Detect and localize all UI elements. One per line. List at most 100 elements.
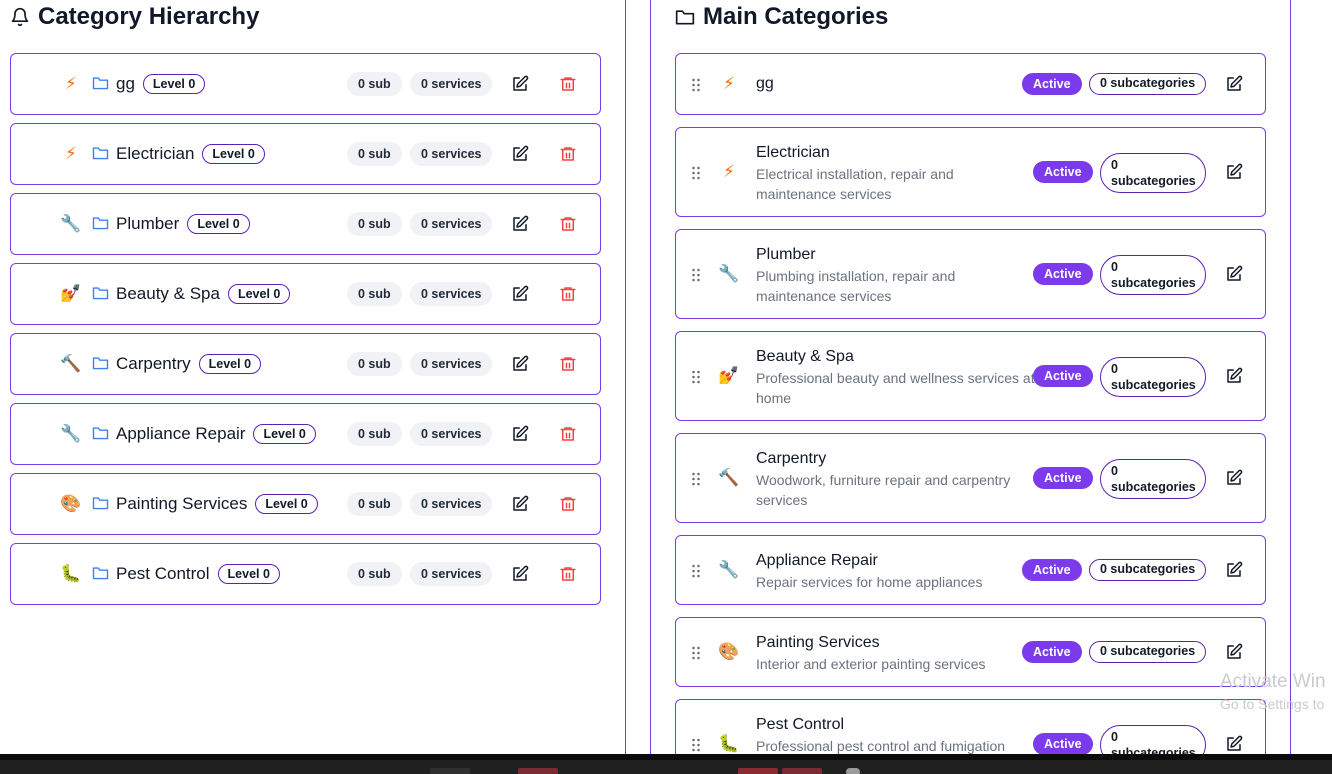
nail-polish-icon: 💅 xyxy=(718,366,740,385)
edit-icon[interactable] xyxy=(511,75,529,93)
folder-icon xyxy=(92,427,109,440)
edit-icon[interactable] xyxy=(1225,75,1243,93)
taskbar-app-icon[interactable] xyxy=(782,768,822,774)
category-name: Beauty & Spa xyxy=(116,284,220,303)
hierarchy-row[interactable]: 🔨 Carpentry Level 0 0 sub 0 services xyxy=(10,333,601,395)
services-count-pill: 0 services xyxy=(410,212,493,236)
trash-icon[interactable] xyxy=(559,495,577,513)
hierarchy-row[interactable]: 🔧 Plumber Level 0 0 sub 0 services xyxy=(10,193,601,255)
hierarchy-name-group: gg Level 0 xyxy=(116,74,206,94)
main-category-card[interactable]: ⚡ gg Active 0 subcategories xyxy=(675,53,1266,115)
trash-icon[interactable] xyxy=(559,425,577,443)
trash-icon[interactable] xyxy=(559,285,577,303)
edit-icon[interactable] xyxy=(1225,469,1243,487)
level-badge: Level 0 xyxy=(217,564,280,584)
main-category-card[interactable]: 🔨 Carpentry Woodwork, furniture repair a… xyxy=(675,433,1266,523)
drag-handle-icon[interactable] xyxy=(691,78,701,92)
app-root: Category Hierarchy ⚡ gg Level 0 0 sub 0 … xyxy=(0,0,1332,774)
category-name: Electrician xyxy=(116,144,195,163)
main-categories-heading: Main Categories xyxy=(675,3,888,31)
hierarchy-row[interactable]: 🔧 Appliance Repair Level 0 0 sub 0 servi… xyxy=(10,403,601,465)
trash-icon[interactable] xyxy=(559,355,577,373)
trash-icon[interactable] xyxy=(559,215,577,233)
services-count-pill: 0 services xyxy=(410,492,493,516)
services-count-pill: 0 services xyxy=(410,352,493,376)
edit-icon[interactable] xyxy=(1225,735,1243,753)
sub-count-pill: 0 sub xyxy=(347,492,402,516)
edit-icon[interactable] xyxy=(511,355,529,373)
subcategory-count-badge: 0 subcategories xyxy=(1089,641,1207,663)
main-category-card[interactable]: ⚡ Electrician Electrical installation, r… xyxy=(675,127,1266,217)
main-category-card[interactable]: 🎨 Painting Services Interior and exterio… xyxy=(675,617,1266,687)
hierarchy-name-group: Appliance Repair Level 0 xyxy=(116,424,316,444)
edit-icon[interactable] xyxy=(1225,163,1243,181)
trash-icon[interactable] xyxy=(559,75,577,93)
main-category-card[interactable]: 💅 Beauty & Spa Professional beauty and w… xyxy=(675,331,1266,421)
taskbar-app-icon[interactable] xyxy=(518,768,558,774)
category-name: Carpentry xyxy=(756,450,827,467)
palette-icon: 🎨 xyxy=(60,494,82,513)
sub-count-pill: 0 sub xyxy=(347,142,402,166)
drag-handle-icon[interactable] xyxy=(691,646,701,660)
edit-icon[interactable] xyxy=(511,215,529,233)
sub-count-pill: 0 sub xyxy=(347,562,402,586)
subcategory-count-badge: 0 subcategories xyxy=(1089,559,1207,581)
folder-icon xyxy=(92,497,109,510)
category-description: Woodwork, furniture repair and carpentry… xyxy=(756,472,1011,508)
edit-icon[interactable] xyxy=(511,425,529,443)
folder-icon xyxy=(92,287,109,300)
edit-icon[interactable] xyxy=(1225,367,1243,385)
hierarchy-row[interactable]: ⚡ Electrician Level 0 0 sub 0 services xyxy=(10,123,601,185)
hierarchy-name-group: Electrician Level 0 xyxy=(116,144,265,164)
hierarchy-row[interactable]: 🐛 Pest Control Level 0 0 sub 0 services xyxy=(10,543,601,605)
edit-icon[interactable] xyxy=(511,145,529,163)
hierarchy-row[interactable]: 💅 Beauty & Spa Level 0 0 sub 0 services xyxy=(10,263,601,325)
category-name: Appliance Repair xyxy=(756,552,878,569)
edit-icon[interactable] xyxy=(511,565,529,583)
category-description: Professional pest control and fumigation xyxy=(756,738,1006,754)
sub-count-pill: 0 sub xyxy=(347,422,402,446)
category-name: Electrician xyxy=(756,144,830,161)
main-category-card[interactable]: 🔧 Plumber Plumbing installation, repair … xyxy=(675,229,1266,319)
category-description: Interior and exterior painting services xyxy=(756,656,986,672)
level-badge: Level 0 xyxy=(142,74,206,94)
taskbar xyxy=(0,754,1332,774)
drag-handle-icon[interactable] xyxy=(691,268,701,282)
subcategory-count-badge: 0 subcategories xyxy=(1100,153,1206,193)
edit-icon[interactable] xyxy=(1225,643,1243,661)
status-badge: Active xyxy=(1033,733,1093,755)
services-count-pill: 0 services xyxy=(410,142,493,166)
hierarchy-row[interactable]: 🎨 Painting Services Level 0 0 sub 0 serv… xyxy=(10,473,601,535)
edit-icon[interactable] xyxy=(511,495,529,513)
taskbar-app-icon[interactable] xyxy=(738,768,778,774)
status-badge: Active xyxy=(1022,73,1082,95)
drag-handle-icon[interactable] xyxy=(691,738,701,752)
taskbar-app-icon[interactable] xyxy=(846,768,860,774)
sub-count-pill: 0 sub xyxy=(347,212,402,236)
folder-icon xyxy=(675,10,695,25)
drag-handle-icon[interactable] xyxy=(691,564,701,578)
trash-icon[interactable] xyxy=(559,565,577,583)
status-badge: Active xyxy=(1022,641,1082,663)
category-name: Pest Control xyxy=(756,716,845,733)
taskbar-app-icon[interactable] xyxy=(430,768,470,774)
edit-icon[interactable] xyxy=(1225,265,1243,283)
trash-icon[interactable] xyxy=(559,145,577,163)
page-title: Category Hierarchy xyxy=(38,3,260,30)
hierarchy-row[interactable]: ⚡ gg Level 0 0 sub 0 services xyxy=(10,53,601,115)
folder-icon xyxy=(92,217,109,230)
drag-handle-icon[interactable] xyxy=(691,166,701,180)
edit-icon[interactable] xyxy=(1225,561,1243,579)
edit-icon[interactable] xyxy=(511,285,529,303)
level-badge: Level 0 xyxy=(253,424,316,444)
subcategory-count-badge: 0 subcategories xyxy=(1100,255,1206,295)
main-category-card[interactable]: 🔧 Appliance Repair Repair services for h… xyxy=(675,535,1266,605)
drag-handle-icon[interactable] xyxy=(691,472,701,486)
level-badge: Level 0 xyxy=(187,214,250,234)
level-badge: Level 0 xyxy=(255,494,318,514)
category-description: Electrical installation, repair and main… xyxy=(756,166,954,202)
hierarchy-name-group: Pest Control Level 0 xyxy=(116,564,280,584)
drag-handle-icon[interactable] xyxy=(691,370,701,384)
category-hierarchy-heading: Category Hierarchy xyxy=(10,3,259,31)
level-badge: Level 0 xyxy=(198,354,262,374)
